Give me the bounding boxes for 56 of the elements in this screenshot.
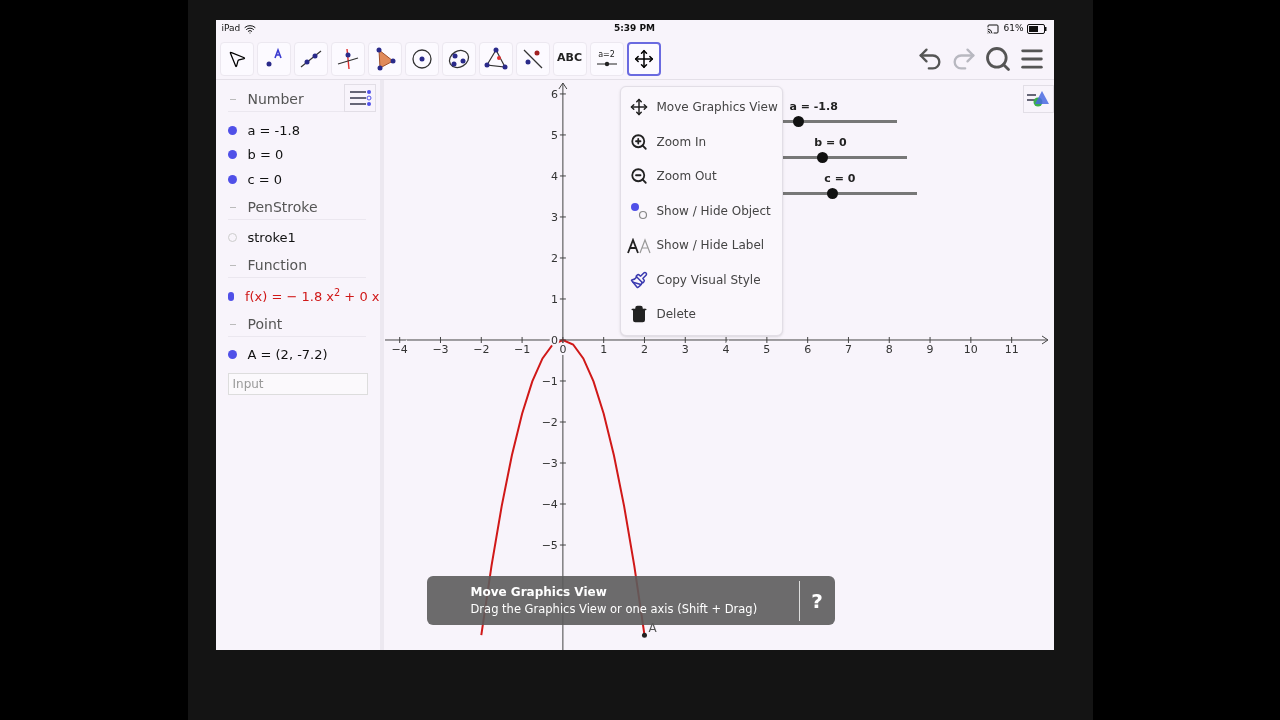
menu-item[interactable]: Zoom In xyxy=(620,124,782,159)
tick-label: −2 xyxy=(541,416,558,429)
tick-label: 1 xyxy=(599,343,607,356)
help-button[interactable]: ? xyxy=(799,576,835,625)
point-label: A xyxy=(647,621,657,636)
tick-label: −4 xyxy=(391,343,408,356)
tick-label: 3 xyxy=(550,210,558,224)
algebra-entry[interactable]: a = -1.8 xyxy=(247,120,300,140)
menu-item[interactable]: Move Graphics View xyxy=(620,90,782,125)
slider-label: b = 0 xyxy=(814,135,848,151)
tick-label: −3 xyxy=(541,457,558,470)
tick-label: 7 xyxy=(844,343,852,356)
tick-label: 2 xyxy=(550,251,558,265)
tick-label: 10 xyxy=(963,343,978,356)
tick-label: −4 xyxy=(541,498,558,511)
algebra-entry[interactable]: A = (2, -7.2) xyxy=(247,345,328,365)
menu-item[interactable]: Copy Visual Style xyxy=(620,262,782,297)
tick-label: −1 xyxy=(541,375,558,388)
tick-label: 5 xyxy=(550,128,558,142)
tick-label: 8 xyxy=(885,343,893,356)
tooltip-text: Drag the Graphics View or one axis (Shift + Drag) xyxy=(470,600,759,618)
status-time: 5:39 PM xyxy=(613,22,656,36)
menu-item[interactable]: Zoom Out xyxy=(620,159,782,194)
group-header: PenStroke xyxy=(247,197,318,217)
slider-label: c = 0 xyxy=(824,171,857,187)
tool-button[interactable]: a=2 xyxy=(589,41,624,76)
tick-label: 4 xyxy=(722,343,730,356)
algebra-entry[interactable]: c = 0 xyxy=(247,169,283,189)
tick-label: 1 xyxy=(550,293,558,306)
menu-item[interactable]: Show / Hide Object xyxy=(620,193,782,228)
tooltip-title: Move Graphics View xyxy=(470,583,608,601)
tick-label: 6 xyxy=(803,343,811,356)
tick-label: 11 xyxy=(1004,343,1019,356)
tick-label: 3 xyxy=(681,343,689,356)
algebra-entry[interactable]: stroke1 xyxy=(247,228,296,248)
tick-label: −3 xyxy=(431,343,449,356)
input-field[interactable]: Input xyxy=(227,373,368,395)
tick-label: −5 xyxy=(541,539,558,552)
battery-level: 61% xyxy=(1003,22,1024,36)
tick-label: 4 xyxy=(550,169,558,183)
tick-label: 5 xyxy=(762,343,770,356)
group-header: Point xyxy=(247,314,283,334)
menu-item[interactable]: Show / Hide Label xyxy=(620,228,782,263)
group-header: Number xyxy=(247,90,304,109)
slider-label: a = -1.8 xyxy=(789,99,839,115)
algebra-entry[interactable]: f(x) = − 1.8 x$^{2}$ + 0 x xyxy=(244,286,380,306)
tick-label: 9 xyxy=(926,343,934,356)
tick-label: −2 xyxy=(472,343,489,356)
tick-label: 6 xyxy=(550,87,558,101)
tick-label: −1 xyxy=(513,343,530,356)
menu-item[interactable]: Delete xyxy=(620,297,782,332)
tick-label: 2 xyxy=(640,343,648,356)
device-name: iPad xyxy=(221,22,241,36)
tool-button[interactable]: ABC xyxy=(552,41,587,76)
algebra-entry[interactable]: b = 0 xyxy=(247,145,284,165)
group-header: Function xyxy=(247,256,308,275)
